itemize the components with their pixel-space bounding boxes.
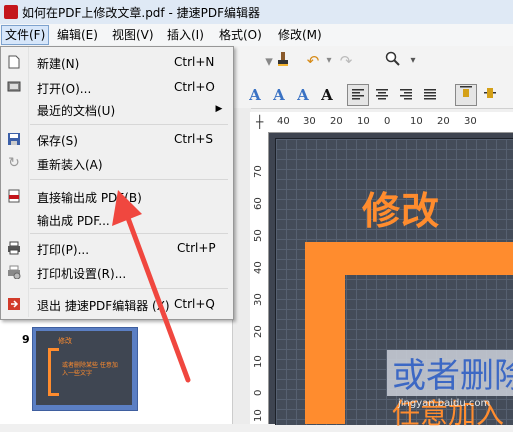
menu-shortcut: Ctrl+S (174, 132, 214, 146)
menu-modify[interactable]: 修改(M) (275, 27, 325, 43)
paint-brush-icon[interactable] (272, 50, 294, 72)
thumbnail-text: 或者删除某些 任意加入一些文字 (62, 362, 118, 377)
v-ruler-tick: 50 (253, 229, 264, 242)
font-outline-a-icon[interactable]: A (244, 84, 266, 106)
valign-middle-icon[interactable] (479, 84, 501, 106)
menu-item-save[interactable]: 保存(S) (37, 132, 78, 149)
menu-item-print[interactable]: 打印(P)... (37, 241, 89, 258)
h-ruler-tick: 30 (464, 116, 477, 127)
menu-edit[interactable]: 编辑(E) (54, 27, 101, 43)
panel-scrollbar[interactable] (232, 108, 251, 424)
printer-settings-icon (7, 265, 21, 280)
menu-insert[interactable]: 插入(I) (164, 27, 207, 43)
menu-item-open[interactable]: 打开(O)... (37, 80, 91, 97)
align-left-icon[interactable] (347, 84, 369, 106)
menu-view[interactable]: 视图(V) (109, 27, 157, 43)
font-bold-a-icon[interactable]: A (316, 84, 338, 106)
v-ruler-tick: 70 (253, 165, 264, 178)
menu-item-recent[interactable]: 最近的文档(U) (37, 102, 115, 119)
menu-shortcut: Ctrl+N (174, 55, 215, 69)
menu-separator (30, 233, 228, 234)
orange-bar-vertical[interactable] (305, 242, 345, 424)
submenu-arrow-icon: ▶ (215, 104, 223, 114)
window-title: 如何在PDF上修改文章.pdf - 捷速PDF编辑器 (22, 6, 260, 20)
font-shadow-a-icon[interactable]: A (268, 84, 290, 106)
printer-icon (7, 241, 21, 255)
v-ruler-tick: 10 (253, 409, 264, 422)
menu-item-exit[interactable]: 退出 捷速PDF编辑器 (X) (37, 297, 170, 314)
redo-icon[interactable]: ↷ (335, 50, 357, 72)
h-ruler-tick: 10 (357, 116, 370, 127)
menu-bar: 文件(F) 编辑(E) 视图(V) 插入(I) 格式(O) 修改(M) (0, 24, 513, 47)
menu-item-export-pdf[interactable]: 输出成 PDF... (37, 212, 110, 229)
font-emboss-a-icon[interactable]: A (292, 84, 314, 106)
save-icon (7, 132, 21, 146)
align-justify-icon[interactable] (419, 84, 441, 106)
h-ruler-tick: 20 (330, 116, 343, 127)
align-right-icon[interactable] (395, 84, 417, 106)
menu-item-export-pdf-direct[interactable]: 直接输出成 PDF(B) (37, 189, 142, 206)
h-ruler-tick: 10 (410, 116, 423, 127)
menu-item-printer-settings[interactable]: 打印机设置(R)... (37, 265, 126, 282)
thumbnail-title: 修改 (58, 337, 72, 345)
exit-icon (7, 297, 21, 311)
app-icon (4, 5, 18, 19)
v-ruler-tick: 10 (253, 355, 264, 368)
menu-shortcut: Ctrl+O (174, 80, 215, 94)
menu-separator (30, 288, 228, 289)
h-ruler-tick: 40 (277, 116, 290, 127)
menu-shortcut: Ctrl+Q (174, 297, 215, 311)
v-ruler-tick: 40 (253, 261, 264, 274)
menu-shortcut: Ctrl+P (177, 241, 216, 255)
v-ruler-tick: 20 (253, 325, 264, 338)
valign-top-icon[interactable] (455, 84, 477, 106)
new-doc-icon (7, 55, 21, 69)
align-center-icon[interactable] (371, 84, 393, 106)
h-ruler-tick: 20 (437, 116, 450, 127)
ruler-indent-marker[interactable]: ┼ (256, 115, 263, 129)
v-ruler-tick: 30 (253, 293, 264, 306)
menu-item-reload[interactable]: 重新装入(A) (37, 156, 103, 173)
v-ruler-tick: 0 (253, 389, 264, 396)
reload-icon: ↻ (8, 155, 20, 171)
h-ruler-tick: 30 (303, 116, 316, 127)
menu-file[interactable]: 文件(F) (1, 25, 50, 45)
document-text-line-1[interactable]: 或者删除 (392, 348, 513, 397)
watermark-text: jingyan.baidu.com (398, 398, 491, 409)
menu-separator (30, 124, 228, 125)
thumbnail-page-number: 9 (22, 333, 30, 346)
thumbnail-shape (48, 348, 59, 396)
zoom-icon[interactable] (382, 50, 404, 72)
vertical-ruler: 70 60 50 40 30 20 10 0 10 (250, 132, 269, 424)
menu-format[interactable]: 格式(O) (216, 27, 265, 43)
document-heading[interactable]: 修改 (362, 180, 440, 235)
menu-item-new[interactable]: 新建(N) (37, 55, 79, 72)
zoom-dropdown-icon[interactable]: ▾ (402, 50, 424, 72)
horizontal-ruler: ┼ 40 30 20 10 0 10 20 30 (250, 112, 513, 133)
menu-separator (30, 179, 228, 180)
open-folder-icon (7, 80, 21, 94)
h-ruler-tick: 0 (384, 116, 391, 127)
pdf-icon (7, 189, 21, 203)
v-ruler-tick: 60 (253, 197, 264, 210)
